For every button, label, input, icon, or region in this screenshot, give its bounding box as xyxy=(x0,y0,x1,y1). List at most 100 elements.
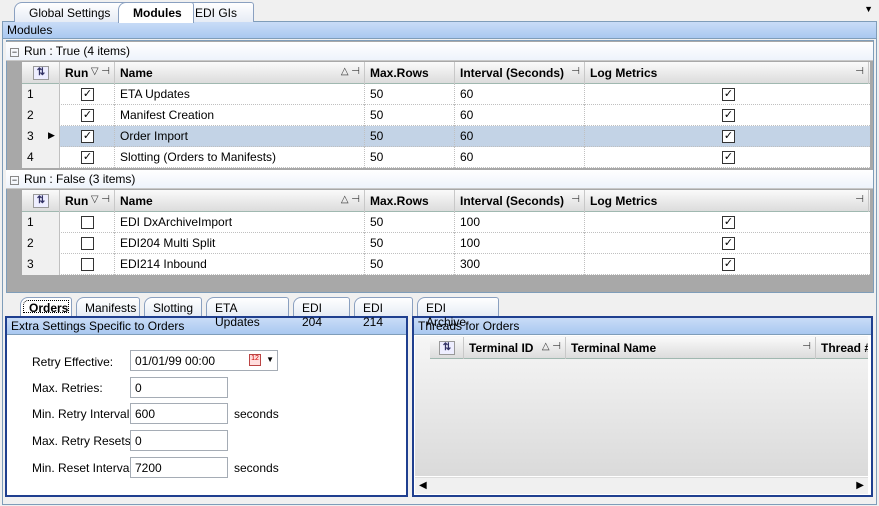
column-chooser-icon[interactable]: ⇅ xyxy=(22,62,60,84)
tab-overflow-dropdown[interactable]: ▼ xyxy=(864,4,873,14)
log-metrics-checkbox[interactable]: ✓ xyxy=(722,151,735,164)
pin-icon[interactable]: △ ⊣ xyxy=(542,341,561,352)
column-label: Max.Rows xyxy=(370,194,429,208)
log-metrics-checkbox[interactable]: ✓ xyxy=(722,130,735,143)
scroll-right-icon[interactable]: ▶ xyxy=(856,480,864,491)
table-row[interactable]: 2 ✓ Manifest Creation 50 60 ✓ xyxy=(22,105,870,126)
group-label: Run : False (3 items) xyxy=(24,172,136,186)
row-index[interactable]: 3 xyxy=(22,254,60,275)
column-max-rows[interactable]: Max.Rows xyxy=(365,190,455,212)
column-name[interactable]: Name △ ⊣ xyxy=(115,62,365,84)
table-row[interactable]: 4 ✓ Slotting (Orders to Manifests) 50 60… xyxy=(22,147,870,168)
horizontal-scrollbar[interactable]: ◀ ▶ xyxy=(415,477,868,494)
column-chooser-icon[interactable]: ⇅ xyxy=(22,190,60,212)
column-chooser-icon[interactable]: ⇅ xyxy=(430,337,464,359)
collapse-icon[interactable]: − xyxy=(10,48,19,57)
max-rows-cell: 50 xyxy=(365,105,455,126)
run-cell xyxy=(60,212,115,233)
max-rows-cell: 50 xyxy=(365,126,455,147)
run-checkbox[interactable]: ✓ xyxy=(81,109,94,122)
retry-effective-value: 01/01/99 00:00 xyxy=(135,354,216,368)
column-terminal-id[interactable]: Terminal ID △ ⊣ xyxy=(464,337,566,359)
tab-global-settings[interactable]: Global Settings xyxy=(14,2,134,22)
interval-cell: 60 xyxy=(455,126,585,147)
name-cell: Order Import xyxy=(115,126,365,147)
run-checkbox[interactable]: ✓ xyxy=(81,130,94,143)
modules-panel-title: Modules xyxy=(3,22,876,39)
column-label: Name xyxy=(120,194,153,208)
row-number: 3 xyxy=(27,129,34,143)
tab-slotting[interactable]: Slotting xyxy=(144,297,202,316)
seconds-label: seconds xyxy=(234,407,279,421)
tab-manifests[interactable]: Manifests xyxy=(76,297,140,316)
max-retry-resets-input[interactable]: 0 xyxy=(130,430,228,451)
pin-icon[interactable]: ⊣ xyxy=(855,194,864,205)
run-checkbox[interactable] xyxy=(81,216,94,229)
run-cell: ✓ xyxy=(60,147,115,168)
retry-effective-datepicker[interactable]: 01/01/99 00:00 12 ▼ xyxy=(130,350,278,371)
pin-icon[interactable]: ⊣ xyxy=(571,66,580,77)
column-log-metrics[interactable]: Log Metrics ⊣ xyxy=(585,190,869,212)
tab-edi-archive[interactable]: EDI Archive xyxy=(417,297,499,329)
column-label: Log Metrics xyxy=(590,66,658,80)
run-checkbox[interactable] xyxy=(81,258,94,271)
table-row[interactable]: 3 ▶ ✓ Order Import 50 60 ✓ xyxy=(22,126,870,147)
column-terminal-name[interactable]: Terminal Name ⊣ xyxy=(566,337,816,359)
pin-icon[interactable]: ▽ ⊣ xyxy=(91,194,110,205)
column-run[interactable]: Run ▽ ⊣ xyxy=(60,62,115,84)
row-number: 1 xyxy=(27,215,34,229)
tab-orders[interactable]: Orders xyxy=(20,297,72,316)
tab-modules[interactable]: Modules xyxy=(118,2,194,23)
column-log-metrics[interactable]: Log Metrics ⊣ xyxy=(585,62,869,84)
table-row[interactable]: 2 EDI204 Multi Split 50 100 ✓ xyxy=(22,233,870,254)
tab-edi-214[interactable]: EDI 214 xyxy=(354,297,413,329)
pin-icon[interactable]: ⊣ xyxy=(802,341,811,352)
scroll-left-icon[interactable]: ◀ xyxy=(419,480,427,491)
calendar-icon: 12 xyxy=(249,354,261,366)
row-index[interactable]: 3 ▶ xyxy=(22,126,60,147)
pin-icon[interactable]: ⊣ xyxy=(855,66,864,77)
row-index[interactable]: 2 xyxy=(22,105,60,126)
row-index[interactable]: 1 xyxy=(22,212,60,233)
interval-cell: 100 xyxy=(455,212,585,233)
column-thread-number[interactable]: Thread # xyxy=(816,337,868,359)
column-interval[interactable]: Interval (Seconds) ⊣ xyxy=(455,62,585,84)
min-reset-interval-input[interactable]: 7200 xyxy=(130,457,228,478)
column-name[interactable]: Name △ ⊣ xyxy=(115,190,365,212)
chevron-down-icon[interactable]: ▼ xyxy=(266,355,274,364)
table-row[interactable]: 3 EDI214 Inbound 50 300 ✓ xyxy=(22,254,870,275)
run-checkbox[interactable]: ✓ xyxy=(81,88,94,101)
log-metrics-checkbox[interactable]: ✓ xyxy=(722,109,735,122)
tab-edi-204[interactable]: EDI 204 xyxy=(293,297,350,329)
column-max-rows[interactable]: Max.Rows xyxy=(365,62,455,84)
tab-eta-updates[interactable]: ETA Updates xyxy=(206,297,289,329)
group-row[interactable]: − Run : False (3 items) xyxy=(6,170,873,189)
name-cell: EDI DxArchiveImport xyxy=(115,212,365,233)
row-number: 3 xyxy=(27,257,34,271)
log-metrics-checkbox[interactable]: ✓ xyxy=(722,88,735,101)
collapse-icon[interactable]: − xyxy=(10,176,19,185)
pin-icon[interactable]: ▽ ⊣ xyxy=(91,66,110,77)
row-index[interactable]: 2 xyxy=(22,233,60,254)
row-index[interactable]: 4 xyxy=(22,147,60,168)
log-metrics-checkbox[interactable]: ✓ xyxy=(722,216,735,229)
min-retry-interval-input[interactable]: 600 xyxy=(130,403,228,424)
table-row[interactable]: 1 EDI DxArchiveImport 50 100 ✓ xyxy=(22,212,870,233)
pin-icon[interactable]: △ ⊣ xyxy=(341,194,360,205)
pin-icon[interactable]: ⊣ xyxy=(571,194,580,205)
max-retries-input[interactable]: 0 xyxy=(130,377,228,398)
threads-title: Threads for Orders xyxy=(414,318,871,335)
log-metrics-checkbox[interactable]: ✓ xyxy=(722,237,735,250)
column-interval[interactable]: Interval (Seconds) ⊣ xyxy=(455,190,585,212)
column-run[interactable]: Run ▽ ⊣ xyxy=(60,190,115,212)
min-reset-interval-label: Min. Reset Interval: xyxy=(32,461,136,475)
run-checkbox[interactable]: ✓ xyxy=(81,151,94,164)
log-metrics-checkbox[interactable]: ✓ xyxy=(722,258,735,271)
row-index[interactable]: 1 xyxy=(22,84,60,105)
column-label: Interval (Seconds) xyxy=(460,66,565,80)
run-checkbox[interactable] xyxy=(81,237,94,250)
pin-icon[interactable]: △ ⊣ xyxy=(341,66,360,77)
table-row[interactable]: 1 ✓ ETA Updates 50 60 ✓ xyxy=(22,84,870,105)
group-row[interactable]: − Run : True (4 items) xyxy=(6,42,873,61)
run-cell xyxy=(60,233,115,254)
